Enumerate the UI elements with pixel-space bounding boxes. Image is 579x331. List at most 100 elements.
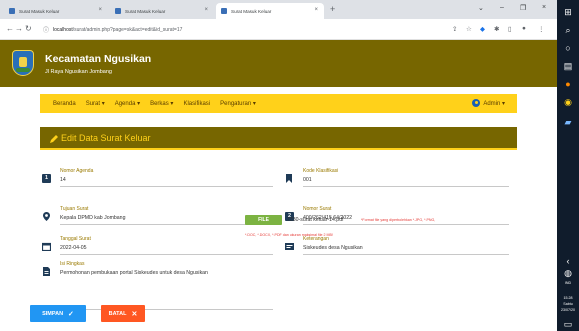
app-icon[interactable]: ▰ [562, 116, 574, 128]
file-size-note: *.DOC, *.DOCX, *.PDF dan ukuran maksimal… [245, 233, 333, 237]
forward-arrow-icon[interactable]: → [15, 24, 23, 33]
url-host: localhost [53, 26, 73, 33]
site-title: Kecamatan Ngusikan [45, 53, 152, 65]
file-format-note: *Format file yang diperbolehkan *.JPG, *… [361, 218, 436, 222]
input-underline [60, 224, 273, 225]
nav-berkas[interactable]: Berkas ▾ [150, 100, 173, 107]
description-icon [285, 243, 294, 250]
network-icon[interactable]: ◍ [562, 267, 574, 279]
address-bar[interactable]: ⓘ localhost /surat/admin.php?page=sk&act… [38, 23, 443, 36]
tanggal-surat-label: Tanggal Surat [60, 236, 91, 242]
sidepanel-icon[interactable]: ▯ [508, 25, 512, 33]
browser-toolbar: ← → ↻ ⓘ localhost /surat/admin.php?page=… [0, 19, 557, 40]
input-underline [60, 186, 273, 187]
user-icon [472, 99, 481, 107]
input-underline [303, 254, 509, 255]
clock-time[interactable]: 15.28 [558, 296, 578, 300]
app-icon[interactable]: ● [562, 78, 574, 90]
input-underline [303, 224, 509, 225]
info-icon[interactable]: ⓘ [43, 25, 49, 34]
keterangan-input[interactable]: Siskeudes desa Ngusikan [303, 245, 363, 251]
kode-klasifikasi-label: Kode Klasifikasi [303, 168, 339, 174]
nomor-agenda-label: Nomor Agenda [60, 168, 94, 174]
site-favicon-icon [115, 8, 121, 14]
site-favicon-icon [9, 8, 15, 14]
nav-beranda[interactable]: Beranda [53, 101, 76, 107]
windows-start-icon[interactable]: ⊞ [562, 6, 574, 18]
web-page: Kecamatan Ngusikan Jl Raya Ngusikan Jomb… [0, 40, 557, 331]
close-icon[interactable]: × [204, 7, 208, 13]
browser-tab-2[interactable]: Surat Masuk Keluar × [110, 3, 214, 19]
chrome-icon[interactable]: ◉ [562, 96, 574, 108]
nomor-surat-label: Nomor Surat [303, 206, 332, 212]
site-favicon-icon [221, 8, 227, 14]
minimize-icon[interactable]: – [500, 4, 504, 11]
close-icon[interactable]: × [98, 7, 102, 13]
nav-pengaturan[interactable]: Pengaturan ▾ [220, 100, 256, 107]
nav-agenda[interactable]: Agenda ▾ [115, 100, 140, 107]
close-icon: ✕ [131, 310, 138, 318]
check-icon: ✓ [68, 310, 74, 318]
window-close-icon[interactable]: × [542, 4, 546, 11]
tanggal-surat-input[interactable]: 2022-04-05 [60, 245, 87, 251]
document-icon [43, 267, 50, 276]
admin-menu[interactable]: Admin ▾ [472, 99, 505, 107]
windows-taskbar: ⊞ ⌕ ○ ▤ ● ◉ ▰ ‹ ◍ IND 15.28 Sabtu 23/07/… [557, 0, 579, 331]
star-icon[interactable]: ☆ [466, 25, 472, 33]
extension-icon[interactable]: ◆ [480, 25, 485, 33]
notification-icon[interactable]: ▭ [562, 318, 574, 330]
cancel-button[interactable]: BATAL ✕ [101, 305, 145, 322]
task-view-icon[interactable]: ○ [562, 42, 574, 54]
admin-label: Admin ▾ [483, 100, 505, 107]
isi-ringkas-textarea[interactable]: Permohonan pembukaan portal Siskeudes un… [60, 270, 208, 276]
puzzle-icon[interactable]: ✱ [494, 25, 499, 33]
search-icon[interactable]: ⌕ [562, 24, 574, 36]
isi-ringkas-label: Isi Ringkas [60, 261, 85, 267]
location-pin-icon [43, 212, 50, 221]
back-arrow-icon[interactable]: ← [6, 24, 14, 33]
file-name-input[interactable]: 7330-surat keluar-14.pdf [287, 217, 344, 223]
clock-date: 23/07/20 [561, 308, 575, 312]
nav-klasifikasi[interactable]: Klasifikasi [183, 101, 210, 107]
menu-icon[interactable]: ⋮ [538, 25, 545, 33]
input-underline [60, 254, 273, 255]
clock-day: Sabtu [563, 302, 573, 306]
save-button[interactable]: SIMPAN ✓ [30, 305, 86, 322]
tujuan-surat-input[interactable]: Kepala DPMD kab Jombang [60, 215, 125, 221]
language-indicator[interactable]: IND [558, 281, 578, 285]
bookmark-icon [286, 174, 292, 183]
close-icon[interactable]: × [314, 7, 318, 13]
maximize-icon[interactable]: ❐ [520, 4, 526, 12]
form-title: Edit Data Surat Keluar [61, 133, 151, 143]
new-tab-icon[interactable]: + [330, 4, 335, 14]
input-underline [303, 186, 509, 187]
widgets-icon[interactable]: ▤ [562, 60, 574, 72]
tab-title: Surat Masuk Keluar [231, 8, 272, 14]
browser-tab-strip: Surat Masuk Keluar × Surat Masuk Keluar … [0, 0, 557, 19]
jombang-logo-icon [12, 50, 34, 76]
site-header: Kecamatan Ngusikan Jl Raya Ngusikan Jomb… [0, 40, 557, 87]
share-icon[interactable]: ⇪ [452, 25, 457, 33]
form-header: Edit Data Surat Keluar [40, 127, 517, 150]
chevron-down-icon[interactable]: ⌄ [478, 4, 484, 12]
textarea-underline [60, 309, 273, 310]
browser-tab-1[interactable]: Surat Masuk Keluar × [4, 3, 108, 19]
save-label: SIMPAN [42, 310, 64, 317]
file-upload-button[interactable]: FILE [245, 215, 282, 225]
browser-tab-3-active[interactable]: Surat Masuk Keluar × [216, 3, 324, 19]
reload-icon[interactable]: ↻ [25, 24, 32, 33]
kode-klasifikasi-input[interactable]: 001 [303, 177, 312, 183]
nav-surat[interactable]: Surat ▾ [86, 100, 105, 107]
pencil-icon [50, 135, 58, 143]
tab-title: Surat Masuk Keluar [19, 8, 60, 14]
tab-title: Surat Masuk Keluar [125, 8, 166, 14]
edit-form-card: Edit Data Surat Keluar 1 Nomor Agenda 14… [40, 127, 517, 331]
cancel-label: BATAL [108, 310, 127, 317]
number-icon: 1 [42, 174, 51, 183]
calendar-icon [42, 242, 51, 251]
tray-chevron-icon[interactable]: ‹ [562, 255, 574, 267]
main-navbar: Beranda Surat ▾ Agenda ▾ Berkas ▾ Klasif… [40, 94, 517, 113]
profile-icon[interactable]: ● [522, 25, 526, 32]
tujuan-surat-label: Tujuan Surat [60, 206, 89, 212]
nomor-agenda-input[interactable]: 14 [60, 177, 66, 183]
